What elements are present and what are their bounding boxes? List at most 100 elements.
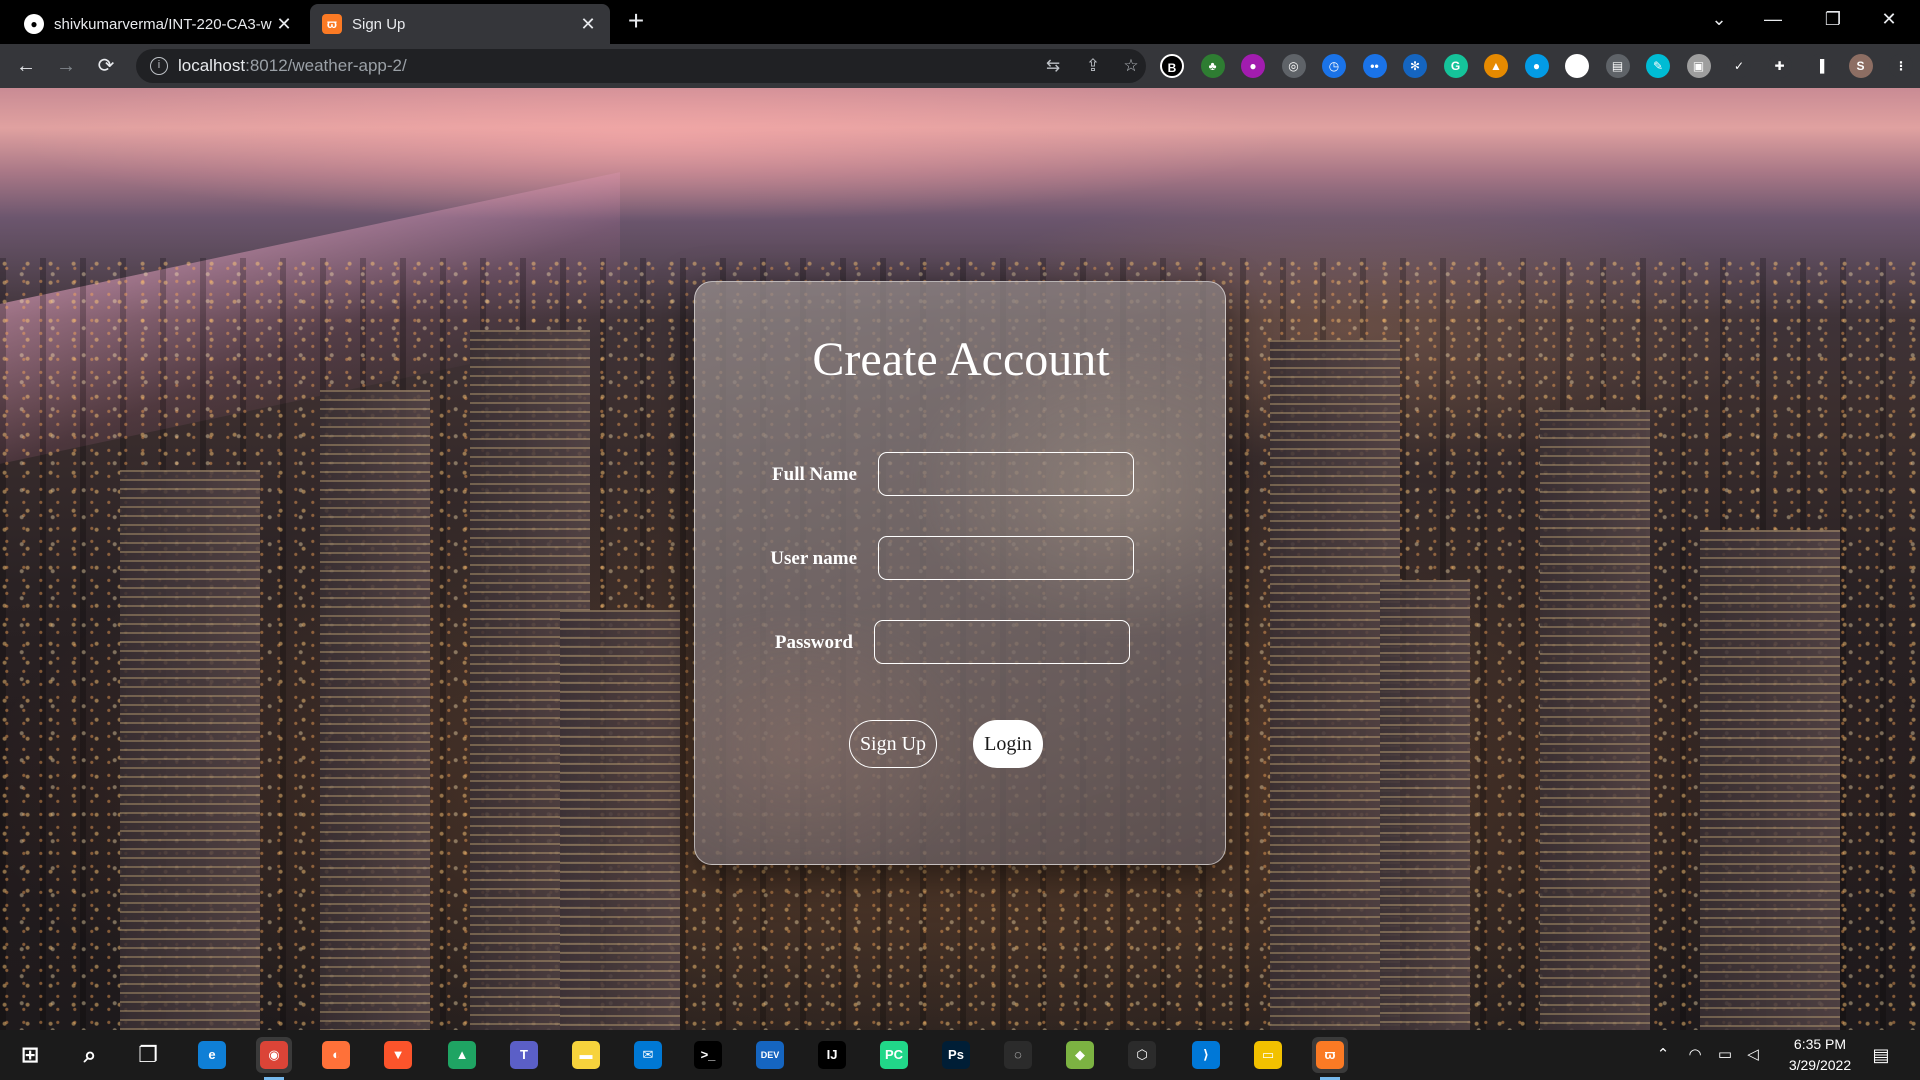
tab-github[interactable]: ● shivkumarverma/INT-220-CA3-w ✕ — [12, 4, 306, 44]
share-icon[interactable]: ⇪ — [1080, 53, 1106, 79]
tab-close-icon[interactable]: ✕ — [578, 14, 598, 35]
back-button[interactable]: ← — [10, 50, 42, 82]
pycharm-glyph: PC — [880, 1041, 908, 1070]
puzzle-icon[interactable]: ✚ — [1767, 54, 1792, 78]
chrome-glyph: ◉ — [260, 1041, 288, 1070]
notification-icon[interactable]: ▤ — [1870, 1044, 1892, 1066]
search-icon[interactable]: ⌕ — [72, 1037, 108, 1073]
edge-icon[interactable]: e — [194, 1037, 230, 1073]
windows-start-icon[interactable]: ⊞ — [12, 1037, 48, 1073]
clock-date: 3/29/2022 — [1788, 1057, 1852, 1073]
password-label: Password — [774, 632, 853, 653]
clock-extension-icon[interactable]: ◷ — [1322, 54, 1346, 78]
dev-icon[interactable]: DEV — [752, 1037, 788, 1073]
background-building — [1700, 530, 1840, 1030]
xampp-icon: ϖ — [322, 14, 342, 34]
page-background: Create Account Full Name User name Passw… — [0, 88, 1920, 1030]
snowflake-extension-icon[interactable]: ✻ — [1403, 54, 1427, 78]
intellij-glyph: IJ — [818, 1041, 846, 1070]
edge-glyph: e — [198, 1041, 226, 1070]
b-extension-icon[interactable]: B — [1160, 54, 1184, 78]
address-bar[interactable]: i localhost:8012/weather-app-2/ ⇆ ⇪ ☆ — [136, 49, 1146, 83]
user-name-input[interactable] — [878, 536, 1134, 580]
firefox-icon[interactable]: ◐ — [318, 1037, 354, 1073]
close-window-button[interactable]: ✕ — [1866, 0, 1912, 40]
url-host: localhost — [178, 56, 246, 75]
file-explorer-icon[interactable]: ▭ — [1250, 1037, 1286, 1073]
background-building — [1540, 410, 1650, 1030]
chrome-icon[interactable]: ◉ — [256, 1037, 292, 1080]
xampp-icon[interactable]: ϖ — [1312, 1037, 1348, 1080]
full-name-input[interactable] — [878, 452, 1134, 496]
windows-taskbar: ⊞ ⌕ ❐ e ◉ ◐ ▼ ▲ T ▬ ✉ >_ DEV IJ PC Ps ◌ ◆ ⬡ ⟩ ▭ ϖ ⌃ ◠ ▭ ◁ 6:3… — [0, 1030, 1920, 1080]
reload-button[interactable]: ⟳ — [90, 50, 122, 82]
background-building — [560, 610, 680, 1030]
wifi-icon[interactable]: ◠ — [1684, 1044, 1706, 1066]
grammarly-icon[interactable]: G — [1443, 54, 1468, 78]
photoshop-glyph: Ps — [942, 1041, 970, 1070]
search-extension-icon[interactable]: ⌕ — [1565, 54, 1589, 78]
purple-extension-icon[interactable]: ● — [1241, 54, 1265, 78]
xampp-glyph: ϖ — [1316, 1041, 1344, 1070]
doc-extension-icon[interactable]: ▤ — [1605, 54, 1630, 78]
chevron-up-icon[interactable]: ⌃ — [1652, 1044, 1674, 1066]
forward-button[interactable]: → — [50, 50, 82, 82]
browser-toolbar: ← → ⟳ i localhost:8012/weather-app-2/ ⇆ … — [0, 44, 1920, 88]
firefox-glyph: ◐ — [322, 1041, 350, 1070]
background-building — [1380, 580, 1470, 1030]
obs-icon[interactable]: ◌ — [1000, 1037, 1036, 1073]
pycharm-icon[interactable]: PC — [876, 1037, 912, 1073]
owl-extension-icon[interactable]: ◎ — [1281, 54, 1306, 78]
obs-glyph: ◌ — [1004, 1041, 1032, 1070]
google-drive-icon[interactable]: ▲ — [444, 1037, 480, 1073]
clock-time: 6:35 PM — [1793, 1036, 1847, 1052]
login-button[interactable]: Login — [973, 720, 1043, 768]
minimize-button[interactable]: — — [1750, 0, 1796, 40]
tab-search-dropdown-icon[interactable]: ⌄ — [1696, 0, 1742, 40]
brave-icon[interactable]: ▼ — [380, 1037, 416, 1073]
check-extension-icon[interactable]: ✓ — [1727, 54, 1751, 78]
profile-avatar[interactable]: S — [1848, 54, 1873, 78]
sticky-notes-glyph: ▬ — [572, 1041, 600, 1070]
virtualbox-icon[interactable]: ⬡ — [1124, 1037, 1160, 1073]
chat-extension-icon[interactable]: •• — [1362, 54, 1387, 78]
password-input[interactable] — [874, 620, 1130, 664]
battery-icon[interactable]: ▭ — [1714, 1044, 1736, 1066]
vscode-glyph: ⟩ — [1192, 1041, 1220, 1070]
drop-extension-icon[interactable]: ● — [1524, 54, 1549, 78]
teams-glyph: T — [510, 1041, 538, 1070]
create-account-card: Create Account Full Name User name Passw… — [694, 281, 1226, 865]
taskbar-clock[interactable]: 6:35 PM 3/29/2022 — [1770, 1034, 1870, 1076]
sidepanel-icon[interactable]: ▐ — [1808, 54, 1832, 78]
tab-close-icon[interactable]: ✕ — [274, 14, 294, 35]
volume-icon[interactable]: ◁ — [1742, 1044, 1764, 1066]
sticky-notes-icon[interactable]: ▬ — [568, 1037, 604, 1073]
github-icon: ● — [24, 14, 44, 34]
vscode-icon[interactable]: ⟩ — [1188, 1037, 1224, 1073]
translate-icon[interactable]: ⇆ — [1040, 53, 1066, 79]
sign-up-button[interactable]: Sign Up — [849, 720, 937, 768]
terminal-icon[interactable]: >_ — [690, 1037, 726, 1073]
dev-glyph: DEV — [756, 1041, 784, 1070]
intellij-icon[interactable]: IJ — [814, 1037, 850, 1073]
virtualbox-glyph: ⬡ — [1128, 1041, 1156, 1070]
new-tab-button[interactable]: + — [620, 6, 652, 38]
bluestacks-icon[interactable]: ◆ — [1062, 1037, 1098, 1073]
tree-extension-icon[interactable]: ♣ — [1200, 54, 1225, 78]
background-building — [120, 470, 260, 1030]
teams-icon[interactable]: T — [506, 1037, 542, 1073]
restore-button[interactable]: ❐ — [1810, 0, 1856, 40]
bird-extension-icon[interactable]: ▲ — [1484, 54, 1508, 78]
google-drive-glyph: ▲ — [448, 1041, 476, 1070]
tab-sign-up[interactable]: ϖ Sign Up ✕ — [310, 4, 610, 44]
menu-kebab-icon[interactable]: ⋮ — [1889, 54, 1913, 78]
bookmark-star-icon[interactable]: ☆ — [1118, 53, 1144, 79]
terminal-glyph: >_ — [694, 1041, 722, 1070]
pen-extension-icon[interactable]: ✎ — [1646, 54, 1670, 78]
site-info-icon[interactable]: i — [150, 57, 168, 75]
image-extension-icon[interactable]: ▣ — [1686, 54, 1711, 78]
photoshop-icon[interactable]: Ps — [938, 1037, 974, 1073]
mail-glyph: ✉ — [634, 1041, 662, 1070]
mail-icon[interactable]: ✉ — [630, 1037, 666, 1073]
task-view-icon[interactable]: ❐ — [130, 1037, 166, 1073]
